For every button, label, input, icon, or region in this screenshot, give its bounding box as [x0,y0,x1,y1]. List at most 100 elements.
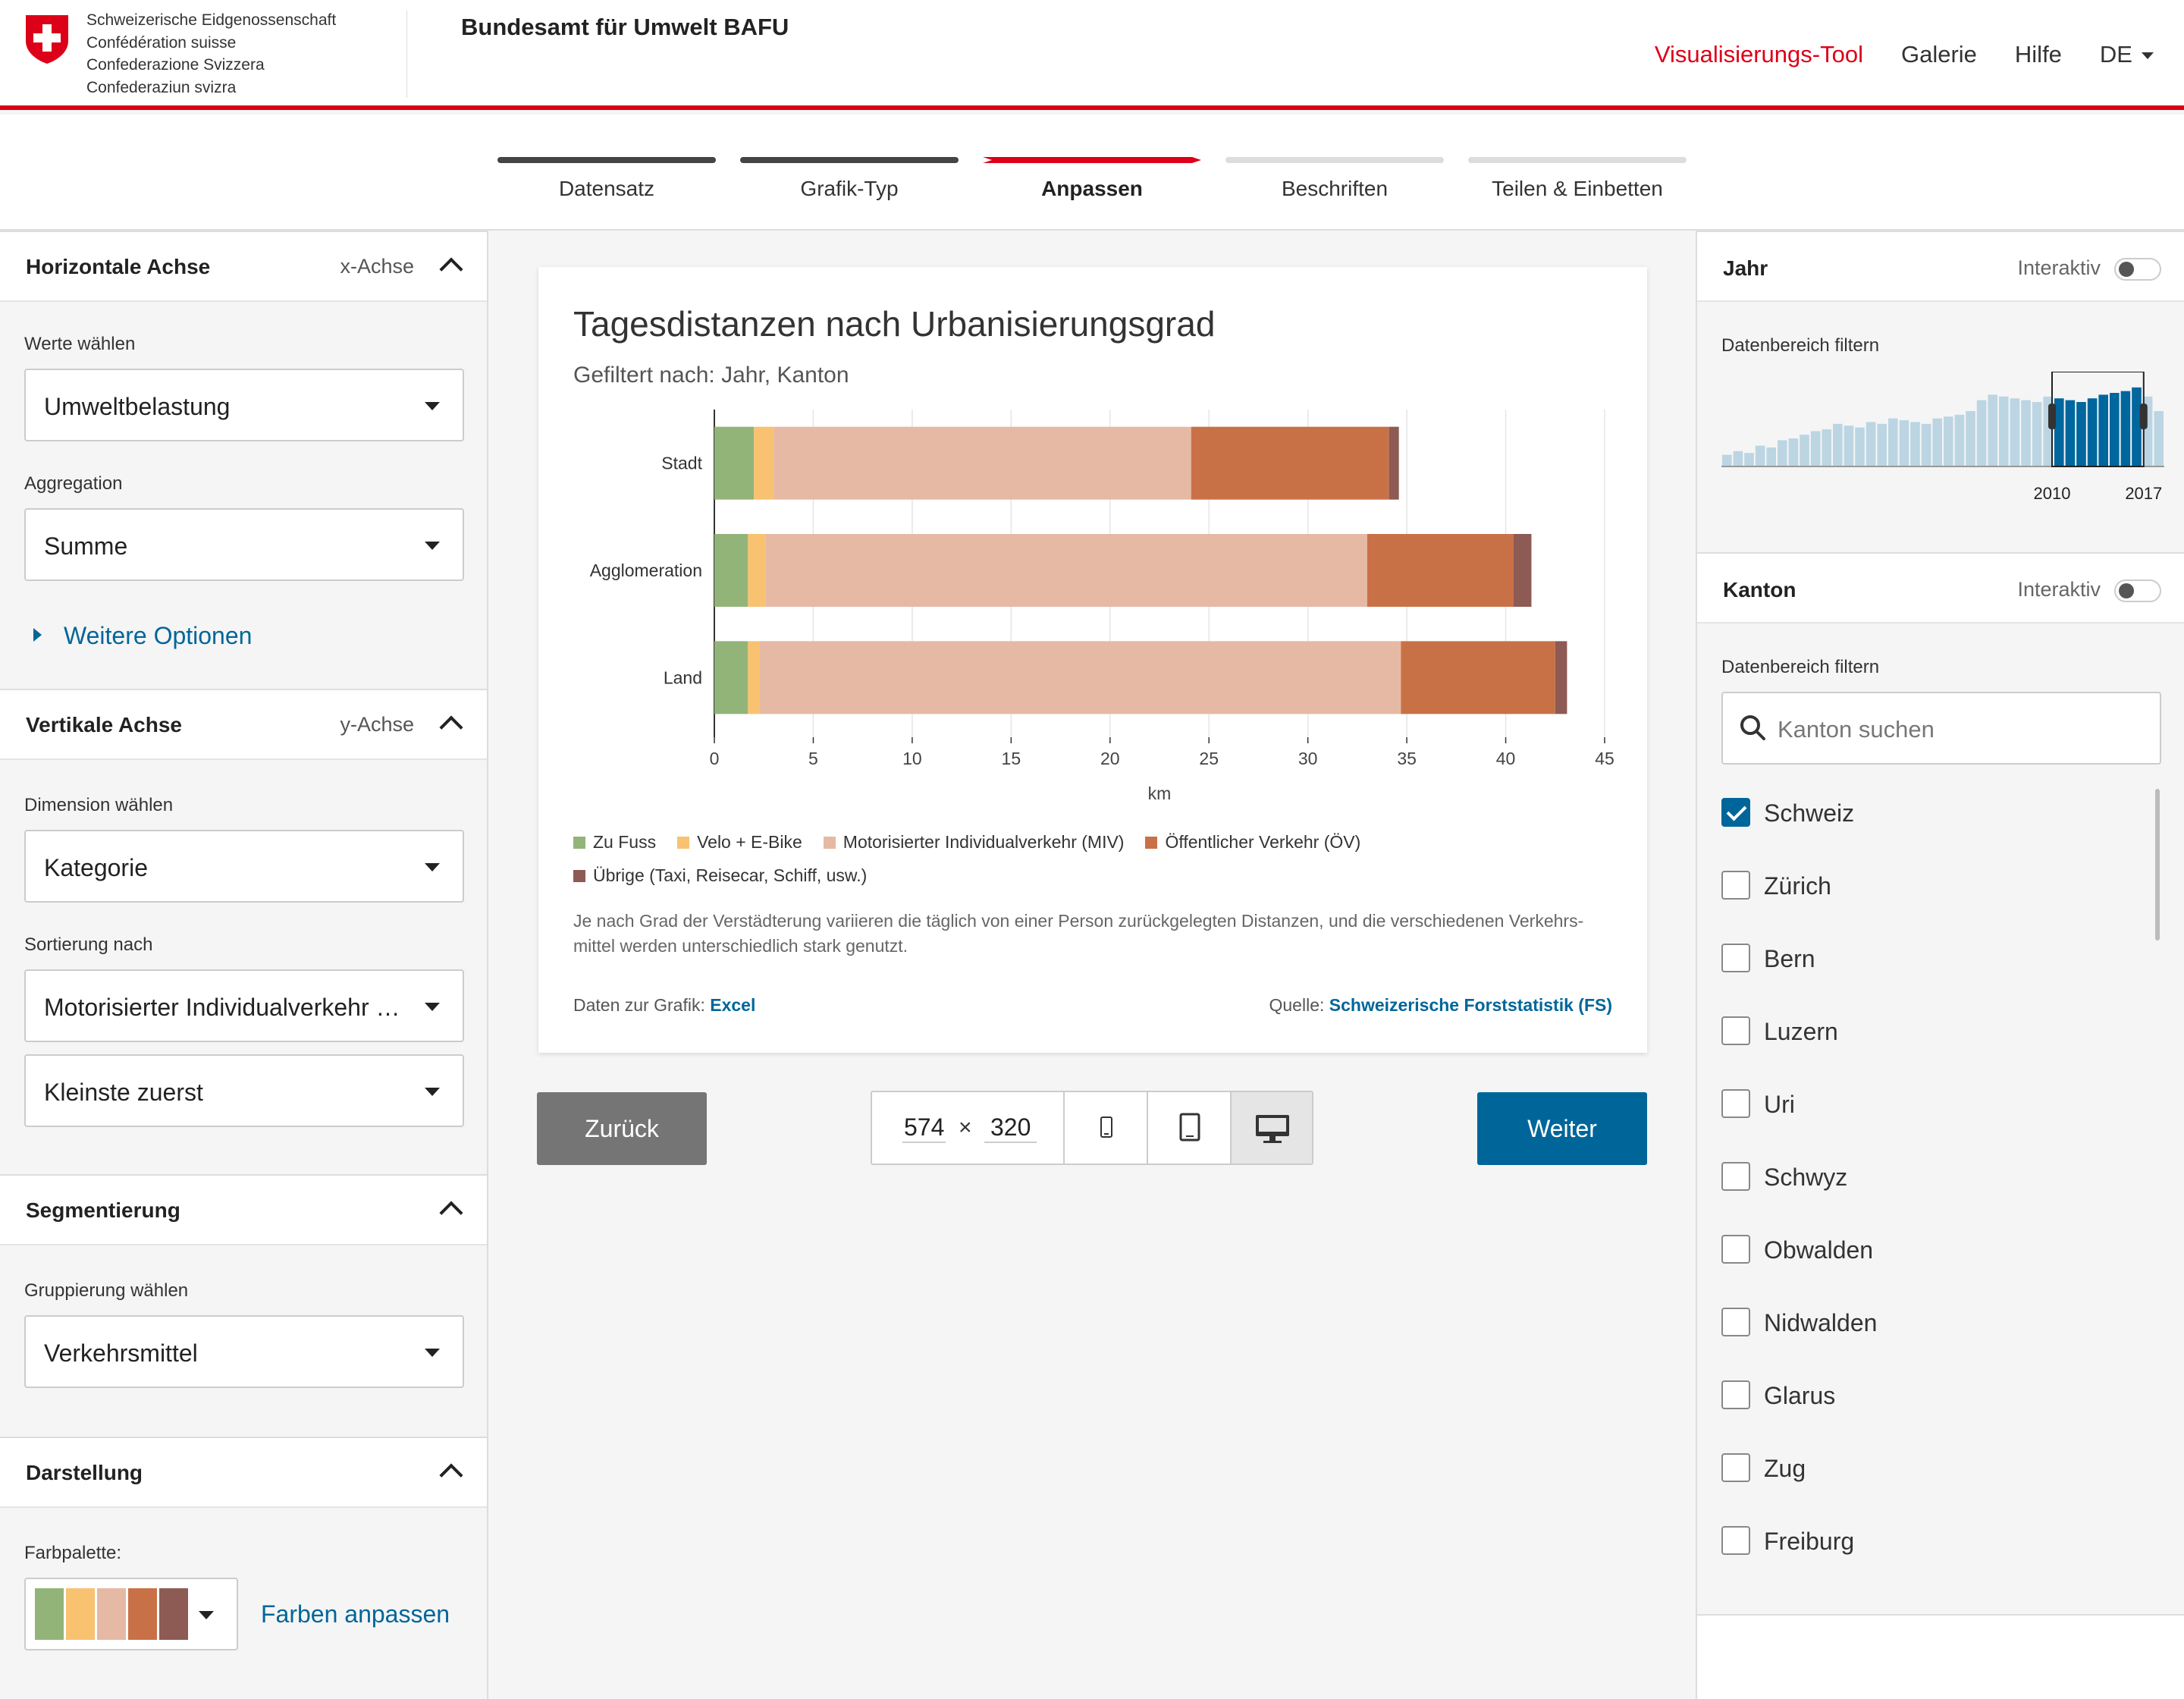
year-histogram-bar [1866,422,1876,466]
canton-option[interactable]: Freiburg [1721,1526,2131,1556]
bar-segment[interactable] [1191,426,1389,500]
year-histogram-bar [1888,418,1898,466]
step-grafik-typ[interactable]: Grafik-Typ [740,115,959,201]
bar-segment[interactable] [714,426,755,500]
canton-label: Glarus [1764,1382,1836,1409]
section-header-display[interactable]: Darstellung [0,1437,487,1508]
bar-segment[interactable] [714,534,748,607]
tablet-view-button[interactable] [1147,1092,1230,1164]
bar-segment[interactable] [748,641,761,714]
chevron-up-icon[interactable] [439,1201,463,1225]
canton-option[interactable]: Zug [1721,1453,2131,1484]
section-header-segmentation[interactable]: Segmentierung [0,1174,487,1245]
checkbox[interactable] [1721,944,1750,972]
sort-order-select[interactable]: Kleinste zuerst [24,1054,464,1127]
year-histogram-bar [1722,454,1732,466]
checkbox[interactable] [1721,1162,1750,1191]
dimension-select[interactable]: Kategorie [24,830,464,903]
brush-handle-right[interactable] [2139,404,2148,429]
step-beschriften[interactable]: Beschriften [1225,115,1444,201]
aggregation-select[interactable]: Summe [24,508,464,581]
canton-search-input[interactable]: Kanton suchen [1721,692,2161,765]
section-title: Horizontale Achse [26,255,211,278]
bar-segment[interactable] [1555,641,1567,714]
checkbox[interactable] [1721,1235,1750,1264]
values-select[interactable]: Umweltbelastung [24,369,464,441]
nav-galerie[interactable]: Galerie [1901,41,1977,68]
desktop-view-button[interactable] [1230,1092,1312,1164]
checkbox[interactable] [1721,1308,1750,1336]
canton-option[interactable]: Schwyz [1721,1162,2131,1192]
back-button[interactable]: Zurück [537,1092,707,1165]
excel-link[interactable]: Excel [710,995,755,1015]
chevron-up-icon[interactable] [439,257,463,281]
x-tick-label: 0 [710,749,720,768]
bar-segment[interactable] [760,641,1401,714]
year-histogram-bar [1744,453,1754,466]
nav-hilfe[interactable]: Hilfe [2015,41,2062,68]
year-histogram-bar [1954,414,1965,466]
canton-option[interactable]: Zürich [1721,871,2131,901]
sort-select[interactable]: Motorisierter Individualverkehr (MIV) [24,969,464,1042]
adjust-colors-link[interactable]: Farben anpassen [261,1600,450,1628]
canton-option[interactable]: Bern [1721,944,2131,974]
canton-option[interactable]: Glarus [1721,1380,2131,1411]
palette-select[interactable] [24,1578,238,1650]
step-anpassen[interactable]: Anpassen [983,115,1201,201]
checkbox[interactable] [1721,1380,1750,1409]
legend-label: Übrige (Taxi, Reisecar, Schiff, usw.) [593,865,868,885]
chevron-up-icon[interactable] [439,1463,463,1487]
checkbox[interactable] [1721,1453,1750,1482]
section-header-x-axis[interactable]: Horizontale Achse x-Achse [0,231,487,302]
bar-segment[interactable] [714,641,748,714]
year-range-label: Datenbereich filtern [1721,335,1880,356]
chevron-up-icon[interactable] [439,715,463,740]
bar-segment[interactable] [1513,534,1532,607]
canton-label: Freiburg [1764,1528,1855,1555]
checkbox[interactable] [1721,1526,1750,1555]
year-interactive-toggle[interactable] [2114,258,2161,281]
search-placeholder: Kanton suchen [1778,716,1935,743]
bar-segment[interactable] [1367,534,1514,607]
canton-option[interactable]: Nidwalden [1721,1308,2131,1338]
year-histogram-bar [2154,411,2164,466]
checkbox[interactable] [1721,871,1750,900]
values-label: Werte wählen [24,334,136,354]
checkbox[interactable] [1721,798,1750,827]
next-button[interactable]: Weiter [1477,1092,1647,1165]
height-input[interactable]: 320 [984,1113,1037,1143]
checkbox[interactable] [1721,1089,1750,1118]
width-input[interactable]: 574 [902,1113,946,1143]
language-select[interactable]: DE [2100,41,2154,68]
source-link[interactable]: Schweizerische Forststatistik (FS) [1329,995,1612,1015]
canton-option[interactable]: Schweiz [1721,798,2131,828]
canton-interactive-toggle[interactable] [2114,579,2161,602]
bar-segment[interactable] [1389,426,1399,500]
year-histogram-bar [2098,394,2108,466]
canton-option[interactable]: Luzern [1721,1016,2131,1047]
more-options-toggle[interactable]: Weitere Optionen [33,622,252,650]
legend-item: Motorisierter Individualverkehr (MIV) [823,825,1124,859]
bar-segment[interactable] [765,534,1367,607]
nav-visualisierungs-tool[interactable]: Visualisierungs-Tool [1655,41,1863,68]
year-range-slider[interactable]: 2010 2017 [1721,372,2164,508]
x-tick-label: 35 [1397,749,1417,768]
step-teilen-einbetten[interactable]: Teilen & Einbetten [1468,115,1687,201]
bar-segment[interactable] [774,426,1191,500]
swiss-crest-icon [26,15,68,64]
brush-handle-left[interactable] [2048,404,2056,429]
bar-segment[interactable] [748,534,766,607]
canton-filter-header: Kanton Interaktiv [1697,552,2184,623]
checkbox[interactable] [1721,1016,1750,1045]
bar-segment[interactable] [754,426,774,500]
section-header-y-axis[interactable]: Vertikale Achse y-Achse [0,689,487,760]
canton-option[interactable]: Obwalden [1721,1235,2131,1265]
grouping-select[interactable]: Verkehrsmittel [24,1315,464,1388]
caret-down-icon [425,863,440,871]
phone-view-button[interactable] [1063,1092,1147,1164]
step-datensatz[interactable]: Datensatz [497,115,716,201]
bar-segment[interactable] [1401,641,1555,714]
legend-item: Velo + E-Bike [677,825,802,859]
canton-option[interactable]: Uri [1721,1089,2131,1120]
canton-list-scrollbar[interactable] [2155,789,2160,941]
